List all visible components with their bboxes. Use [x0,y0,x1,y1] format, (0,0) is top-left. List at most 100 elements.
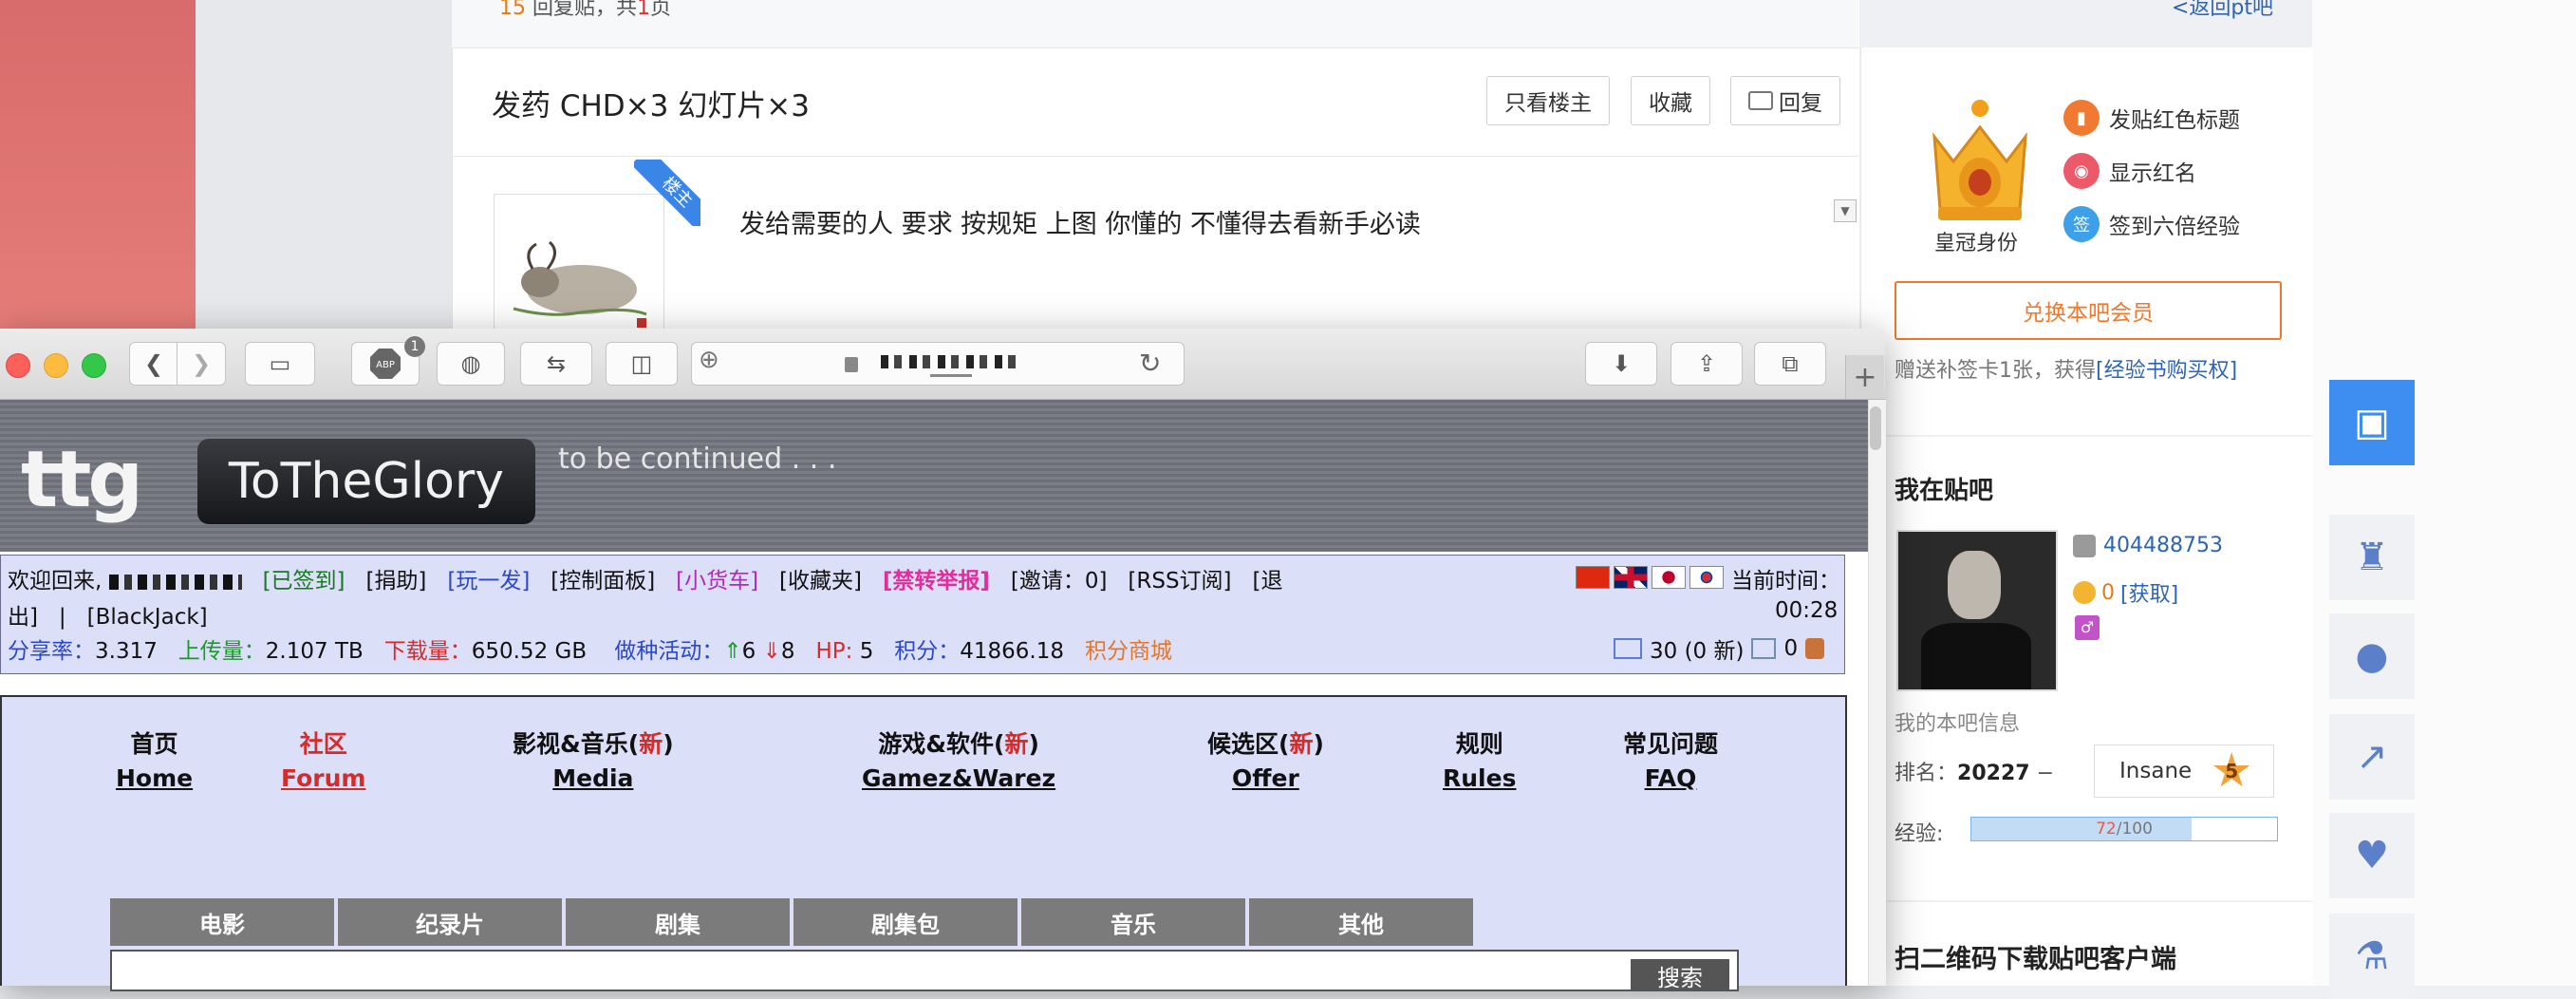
password-manager-button[interactable]: ◍ [437,342,505,386]
logout-link[interactable]: [退 [1252,569,1282,594]
search-button[interactable]: 搜索 [1631,959,1729,991]
svg-text:ABP: ABP [376,360,395,370]
heart-tool-button[interactable]: ♥ [2329,813,2415,898]
inbox-link[interactable]: 30 (0 新) [1650,632,1744,665]
exp-progress-text: 72/100 [2096,820,2153,839]
reload-icon[interactable]: ↻ [1139,348,1161,379]
downloads-button[interactable]: ⬇ [1585,342,1657,386]
password-icon: ◍ [460,350,481,377]
exp-progress-bar: 72/100 [1970,817,2278,841]
tabs-icon: ⧉ [1782,350,1799,377]
heart-icon: ♥ [2355,834,2389,877]
menu-forum[interactable]: 社区 Forum [281,727,365,796]
level-star-icon: 5 [2212,752,2250,787]
current-time-label: 当前时间： [1731,569,1840,594]
back-to-bar-link[interactable]: <返回pt吧 [2172,0,2273,21]
get-coins-link[interactable]: [获取] [2120,577,2178,608]
menu-games[interactable]: 游戏&软件(新) Gamez&Warez [862,727,1055,796]
favorites-link[interactable]: [收藏夹] [779,569,862,594]
forward-button[interactable]: ❯ [177,342,226,386]
category-tab-documentary[interactable]: 纪录片 [338,898,562,946]
flag-uk-icon[interactable] [1614,566,1648,589]
menu-rules[interactable]: 规则 Rules [1443,727,1516,796]
rss-link[interactable]: [RSS订阅] [1128,569,1231,594]
my-bar-info-label: 我的本吧信息 [1895,712,2021,736]
torrent-search-input[interactable] [110,950,1739,991]
category-tab-other[interactable]: 其他 [1249,898,1473,946]
flag-china-icon[interactable] [1576,566,1610,589]
divider [1879,900,2312,902]
user-stats-row: 分享率：3.317 上传量：2.107 TB 下载量：650.52 GB 做种活… [8,639,1172,664]
extension-button[interactable]: ◫ [606,342,678,386]
control-panel-link[interactable]: [控制面板] [551,569,655,594]
window-minimize-button[interactable] [44,353,68,378]
donate-link[interactable]: [捐助] [365,569,426,594]
level-badge[interactable]: Insane 5 [2094,745,2274,798]
bear-tool-button[interactable]: ● [2329,613,2415,699]
blackjack-link[interactable]: [BlackJack] [87,605,208,630]
category-tab-music[interactable]: 音乐 [1021,898,1245,946]
redacted-username[interactable] [108,574,242,590]
category-tab-series[interactable]: 剧集 [566,898,790,946]
new-tab-button[interactable]: + [1845,355,1884,399]
flask-tool-button[interactable]: ⚗ [2329,914,2415,999]
report-link[interactable]: [禁转举报] [883,569,990,594]
back-button[interactable]: ❮ [129,342,178,386]
window-zoom-button[interactable] [82,353,106,378]
share-button[interactable]: ⇪ [1671,342,1743,386]
favorite-button[interactable]: 收藏 [1631,76,1710,125]
reply-button[interactable]: 回复 [1730,76,1840,125]
share-tool-button[interactable]: ↗ [2329,714,2415,800]
logout-link-end[interactable]: 出] [8,605,38,630]
divider [1879,435,2312,437]
redeem-membership-button[interactable]: 兑换本吧会员 [1895,281,2282,340]
site-logo-mark[interactable]: ttg [21,433,188,528]
play-link[interactable]: [玩一发] [447,569,530,594]
signed-link[interactable]: [已签到] [263,569,345,594]
cart-link[interactable]: [小货车] [676,569,758,594]
invite-link[interactable]: [邀请：0] [1011,569,1108,594]
menu-media[interactable]: 影视&音乐(新) Media [513,727,674,796]
chat-tool-button[interactable]: ▣ [2329,380,2415,465]
qr-download-title: 扫二维码下载贴吧客户端 [1895,945,2176,974]
points-shop-link[interactable]: 积分商城 [1085,639,1172,664]
user-card-icon [2073,534,2096,557]
perk-sign-exp: 签签到六倍经验 [2063,205,2240,243]
sidebar-toggle-button[interactable]: ▭ [245,342,315,386]
user-id[interactable]: 404488753 [2073,534,2223,557]
magic-tool-button[interactable]: ♜ [2329,515,2415,600]
post-title: 发药 CHD×3 幻灯片×3 [492,89,810,123]
level-name: Insane [2119,759,2193,783]
perk-label: 签到六倍经验 [2109,215,2240,239]
user-avatar[interactable] [1896,530,2058,691]
menu-home[interactable]: 首页 Home [116,727,193,796]
share-icon: ⇪ [1696,350,1717,377]
post-dropdown-icon[interactable]: ▼ [1834,199,1857,222]
post-content: 发给需要的人 要求 按规矩 上图 你懂的 不懂得去看新手必读 [739,210,1421,239]
flag-korea-icon[interactable] [1689,566,1724,589]
add-bookmark-icon[interactable]: ⊕ [699,346,719,374]
sign-icon: 签 [2063,206,2100,242]
scrollbar-thumb[interactable] [1870,406,1881,450]
category-tab-series-pack[interactable]: 剧集包 [793,898,1017,946]
comment-icon [1748,91,1773,110]
plus-icon: + [1853,360,1877,394]
tab-overview-button[interactable]: ⧉ [1754,342,1826,386]
eye-icon: ◉ [2063,153,2100,189]
menu-offer[interactable]: 候选区(新) Offer [1207,727,1324,796]
flag-japan-icon[interactable] [1652,566,1686,589]
window-close-button[interactable] [6,353,30,378]
perk-label: 发贴红色标题 [2109,108,2240,133]
adblock-icon: ABP [370,349,401,379]
menu-faq[interactable]: 常见问题 FAQ [1623,727,1718,796]
op-ribbon: 楼主 [634,160,700,226]
friends-icon[interactable] [1805,638,1825,659]
only-op-button[interactable]: 只看楼主 [1486,76,1610,125]
mask-icon: ◫ [630,350,653,377]
switch-button[interactable]: ⇆ [520,342,592,386]
site-tagline: to be continued . . . [558,443,837,476]
site-logo-name[interactable]: ToTheGlory [197,439,535,524]
vertical-scrollbar[interactable] [1868,400,1886,986]
exp-book-link[interactable]: [经验书购买权] [2096,359,2237,383]
category-tab-movies[interactable]: 电影 [110,898,334,946]
